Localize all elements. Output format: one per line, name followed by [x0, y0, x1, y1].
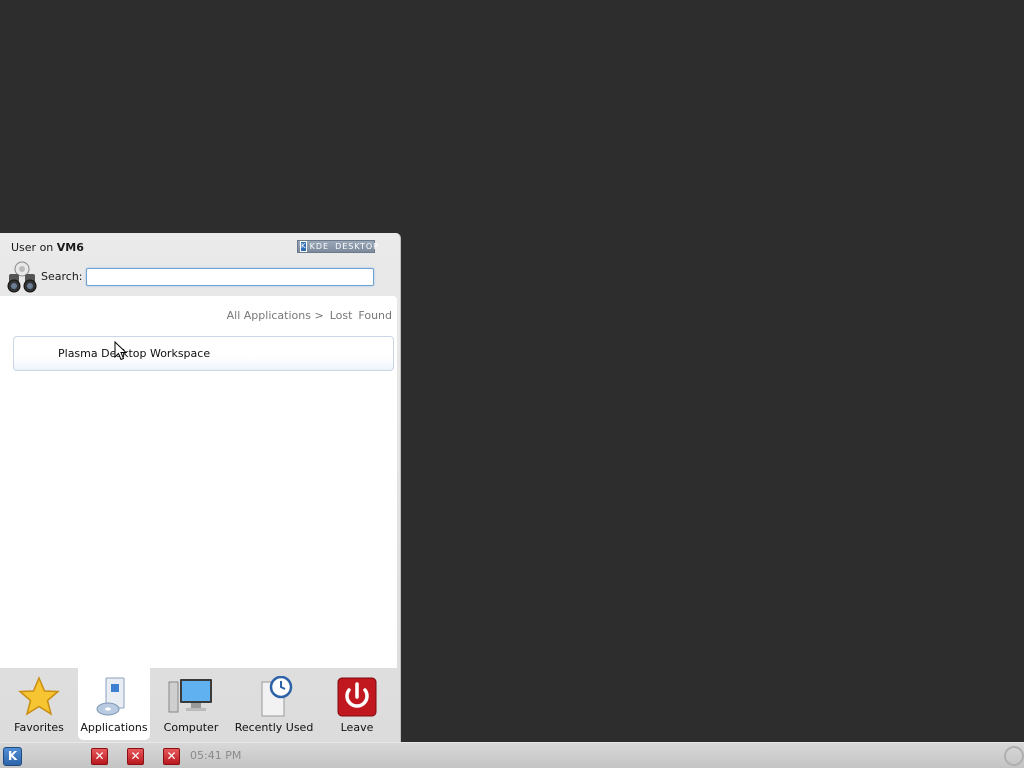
kde-badge-text: KDE [309, 242, 330, 251]
tab-recently-used[interactable]: Recently Used [232, 668, 316, 740]
user-prefix: User on [11, 241, 54, 254]
kickoff-launcher: User on VM6 K KDE DESKTOP Search: All Ap… [0, 233, 401, 742]
kde-menu-button[interactable]: K [3, 747, 22, 766]
taskbar-task-1[interactable]: ✕ [91, 748, 108, 765]
kde-desktop-logo: K KDE DESKTOP [297, 240, 378, 253]
search-input[interactable] [86, 268, 374, 286]
desktop-badge-text: DESKTOP [335, 242, 379, 251]
list-item[interactable]: Plasma Desktop Workspace [13, 336, 394, 371]
power-icon [337, 677, 377, 717]
taskbar: K ✕ ✕ ✕ 05:41 PM [0, 742, 1024, 768]
launcher-tabs: Favorites Applications Computer Recently… [0, 668, 399, 740]
tab-leave[interactable]: Leave [324, 668, 390, 740]
breadcrumb-found[interactable]: Found [358, 309, 392, 322]
tab-leave-label: Leave [340, 721, 374, 734]
breadcrumb: All Applications > Lost Found [227, 309, 392, 322]
clock[interactable]: 05:41 PM [190, 749, 241, 762]
search-label: Search: [41, 270, 83, 283]
binoculars-icon [7, 261, 37, 293]
tab-recently-used-label: Recently Used [234, 721, 314, 734]
star-icon [18, 676, 60, 716]
taskbar-task-2[interactable]: ✕ [127, 748, 144, 765]
mouse-cursor-icon [114, 341, 128, 361]
kde-logo-icon: K [300, 241, 307, 252]
applications-icon [96, 677, 125, 716]
computer-icon [168, 679, 212, 713]
system-tray-icon[interactable] [1004, 746, 1024, 766]
tab-favorites[interactable]: Favorites [0, 668, 78, 740]
recently-used-icon [261, 676, 293, 717]
tab-favorites-label: Favorites [14, 721, 64, 734]
host-name: VM6 [56, 241, 84, 254]
taskbar-task-3[interactable]: ✕ [163, 748, 180, 765]
tab-applications-label: Applications [80, 721, 148, 734]
breadcrumb-all-applications[interactable]: All Applications > [227, 309, 324, 322]
tab-applications[interactable]: Applications [78, 668, 150, 740]
applications-pane: All Applications > Lost Found Plasma Des… [0, 296, 397, 668]
tab-computer-label: Computer [163, 721, 219, 734]
user-info: User on VM6 [11, 241, 84, 254]
tab-computer[interactable]: Computer [155, 668, 227, 740]
breadcrumb-lost[interactable]: Lost [330, 309, 353, 322]
app-name: Plasma Desktop Workspace [58, 347, 211, 360]
